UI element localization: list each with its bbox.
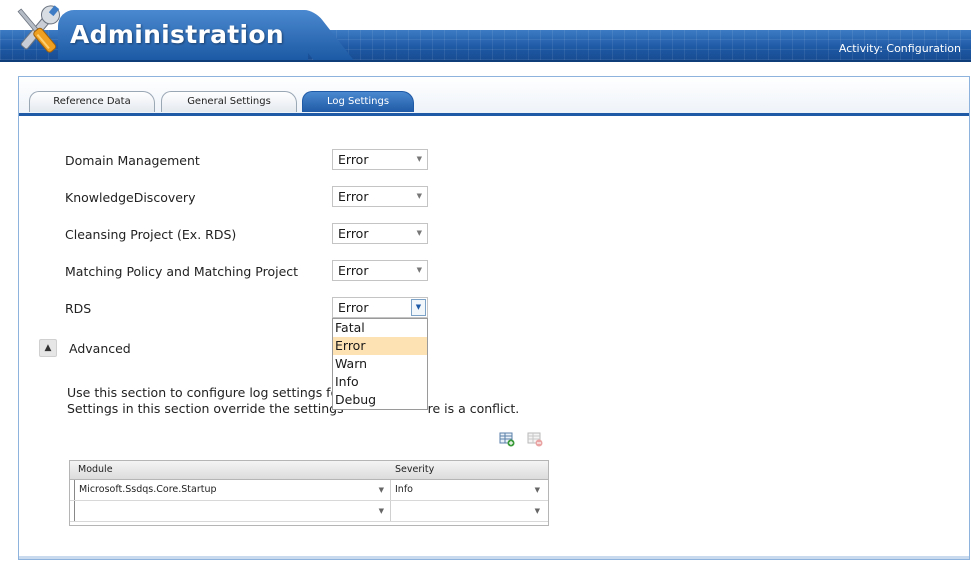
dropdown-option-debug[interactable]: Debug — [333, 391, 427, 409]
domain-management-label: Domain Management — [65, 153, 200, 168]
cleansing-project-label: Cleansing Project (Ex. RDS) — [65, 227, 237, 242]
description-text: Use this section to configure log settin… — [67, 385, 344, 400]
select-value: Error — [338, 226, 369, 241]
module-cell[interactable]: Microsoft.Ssdqs.Core.Startup ▼ — [74, 480, 391, 500]
app-header: Administration Activity: Configuration — [0, 0, 971, 64]
activity-label: Activity: Configuration — [838, 42, 961, 55]
chevron-down-icon: ▼ — [416, 229, 422, 237]
severity-cell[interactable]: ▼ — [391, 501, 546, 521]
select-value: Error — [338, 189, 369, 204]
chevron-down-icon: ▼ — [416, 155, 422, 163]
module-value: Microsoft.Ssdqs.Core.Startup — [79, 484, 217, 495]
tab-general-settings[interactable]: General Settings — [161, 91, 297, 112]
remove-row-icon[interactable] — [527, 431, 543, 447]
rds-label: RDS — [65, 301, 92, 316]
rds-select[interactable]: Error ▼ — [332, 297, 428, 318]
cleansing-project-select[interactable]: Error ▼ — [332, 223, 428, 244]
column-header-module[interactable]: Module — [78, 461, 113, 479]
table-row: ▼ ▼ — [70, 501, 548, 522]
domain-management-select[interactable]: Error ▼ — [332, 149, 428, 170]
panel-bottom-border — [19, 556, 969, 559]
tab-reference-data[interactable]: Reference Data — [29, 91, 155, 112]
chevron-down-icon: ▼ — [534, 486, 540, 494]
severity-value: Info — [395, 484, 413, 495]
chevron-down-icon: ▼ — [378, 507, 384, 515]
select-value: Error — [338, 152, 369, 167]
severity-cell[interactable]: Info ▼ — [391, 480, 546, 500]
description-text: Settings in this section override the se… — [67, 401, 344, 416]
matching-policy-label: Matching Policy and Matching Project — [65, 264, 299, 279]
collapse-advanced-button[interactable]: ▲ — [39, 339, 57, 357]
column-header-severity[interactable]: Severity — [395, 461, 434, 479]
table-row: Microsoft.Ssdqs.Core.Startup ▼ Info ▼ — [70, 480, 548, 501]
matching-policy-select[interactable]: Error ▼ — [332, 260, 428, 281]
dropdown-option-warn[interactable]: Warn — [333, 355, 427, 373]
module-severity-grid: Module Severity Microsoft.Ssdqs.Core.Sta… — [69, 460, 549, 526]
tab-log-settings[interactable]: Log Settings — [302, 91, 414, 112]
dropdown-option-error[interactable]: Error — [333, 337, 427, 355]
tools-icon — [17, 5, 60, 53]
add-row-icon[interactable] — [499, 431, 515, 447]
advanced-description-line2: Settings in this section override the se… — [67, 401, 519, 416]
main-panel: Reference Data General Settings Log Sett… — [18, 76, 970, 560]
knowledge-discovery-select[interactable]: Error ▼ — [332, 186, 428, 207]
grid-header: Module Severity — [70, 461, 548, 480]
select-value: Error — [338, 263, 369, 278]
chevron-down-icon: ▼ — [378, 486, 384, 494]
tab-bar: Reference Data General Settings Log Sett… — [19, 77, 969, 116]
header-divider — [0, 60, 971, 62]
select-value: Error — [338, 300, 369, 315]
severity-dropdown-list: Fatal Error Warn Info Debug — [332, 318, 428, 410]
module-cell[interactable]: ▼ — [74, 501, 391, 521]
chevron-down-icon: ▼ — [416, 266, 422, 274]
knowledge-discovery-label: KnowledgeDiscovery — [65, 190, 196, 205]
chevron-down-icon[interactable]: ▼ — [411, 299, 426, 316]
page-title: Administration — [70, 20, 284, 49]
description-text: re is a conflict. — [427, 401, 520, 416]
dropdown-option-info[interactable]: Info — [333, 373, 427, 391]
dropdown-option-fatal[interactable]: Fatal — [333, 319, 427, 337]
advanced-label: Advanced — [69, 341, 131, 356]
chevron-down-icon: ▼ — [534, 507, 540, 515]
chevron-down-icon: ▼ — [416, 192, 422, 200]
